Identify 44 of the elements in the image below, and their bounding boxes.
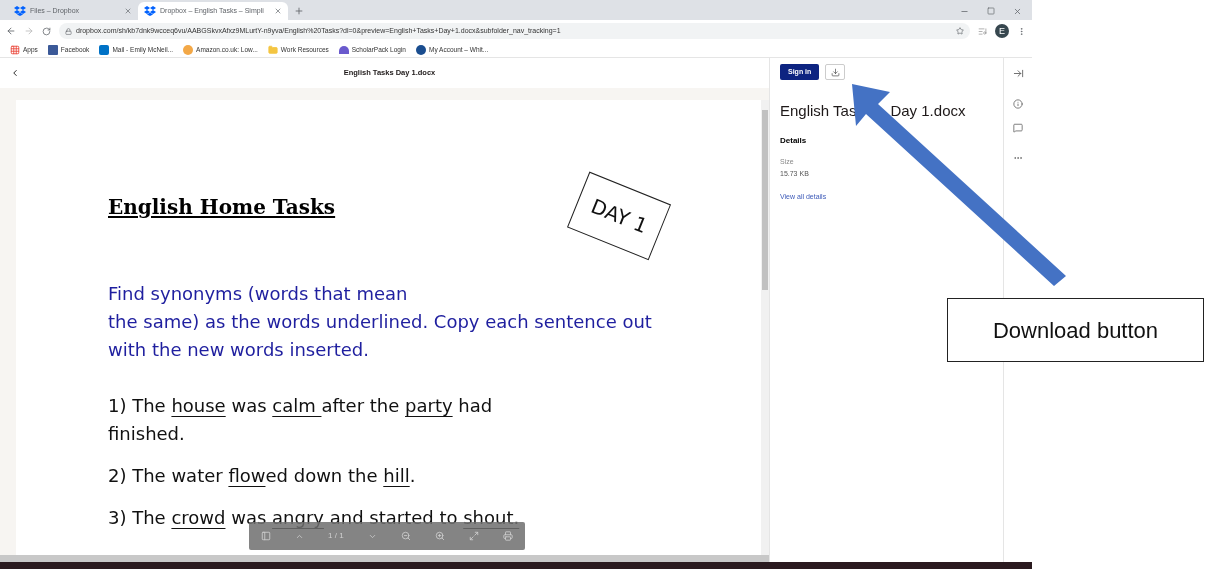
zoom-out-icon[interactable] <box>400 531 411 541</box>
task-sentence: 3) The crowd was angry and started to shout. <box>108 506 521 530</box>
document-heading: English Home Tasks <box>108 194 336 221</box>
dropbox-logo-icon <box>144 6 156 16</box>
maximize-icon[interactable] <box>987 7 995 15</box>
facebook-icon <box>47 44 58 55</box>
menu-icon[interactable] <box>1017 26 1026 36</box>
profile-avatar[interactable]: E <box>995 24 1009 38</box>
callout-box: Download button <box>947 298 1204 362</box>
download-icon <box>830 67 840 77</box>
page-counter: 1 / 1 <box>328 530 344 542</box>
print-icon[interactable] <box>502 531 513 541</box>
amazon-icon <box>183 44 194 55</box>
close-icon[interactable] <box>124 7 132 15</box>
mail-icon <box>99 44 110 55</box>
bookmark-star-icon[interactable] <box>956 27 964 35</box>
download-button[interactable] <box>825 64 846 80</box>
scrollbar[interactable] <box>761 100 769 555</box>
horizontal-scrollbar[interactable] <box>0 555 769 562</box>
dropbox-logo-icon <box>14 6 26 16</box>
zoom-in-icon[interactable] <box>434 531 445 541</box>
account-icon <box>415 44 426 55</box>
reading-list-icon[interactable] <box>978 26 987 36</box>
details-heading: Details <box>780 134 808 147</box>
forward-icon[interactable] <box>24 26 34 36</box>
task-sentence: 1) The house was calm after the party had finished. <box>108 394 494 446</box>
fullscreen-icon[interactable] <box>468 531 479 541</box>
close-icon[interactable] <box>1013 7 1022 16</box>
sidebar-toggle-icon[interactable] <box>261 531 271 541</box>
lock-icon <box>65 27 72 35</box>
new-tab-icon[interactable] <box>294 6 304 16</box>
comment-icon[interactable] <box>1013 123 1023 133</box>
collapse-panel-icon[interactable] <box>1012 68 1024 79</box>
instruction-text: Find synonyms (words that mean the same) as the words underlined. Copy each sentence out with the new words inserted. <box>108 282 653 362</box>
close-icon[interactable] <box>274 7 282 15</box>
task-sentence: 2) The water flowed down the hill. <box>108 464 417 488</box>
back-icon[interactable] <box>6 26 16 36</box>
reload-icon[interactable] <box>42 26 51 36</box>
file-name: Day 1.docx <box>890 101 966 121</box>
info-icon[interactable] <box>1013 99 1023 109</box>
back-chevron-icon[interactable] <box>10 68 20 78</box>
folder-icon <box>267 44 278 55</box>
scholarpack-icon <box>338 45 349 54</box>
apps-grid-icon <box>10 44 20 55</box>
